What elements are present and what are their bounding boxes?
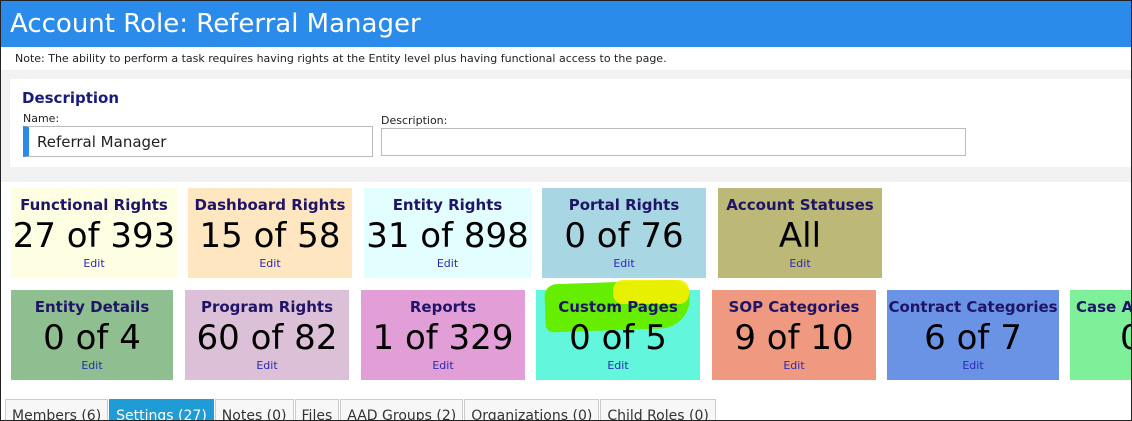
tile-title: Contract Categories	[888, 298, 1058, 316]
tile-count: 0 of 5	[569, 318, 667, 358]
tile-count: 31 of 898	[366, 216, 529, 256]
tile-title: Case A	[1076, 298, 1131, 316]
tile-count: 0 of 4	[43, 318, 141, 358]
title-bar: Account Role: Referral Manager	[1, 1, 1131, 47]
tile-case-a[interactable]: Case A 0	[1070, 290, 1131, 380]
tile-functional-rights[interactable]: Functional Rights 27 of 393 Edit	[11, 188, 177, 278]
name-input[interactable]: Referral Manager	[23, 126, 373, 157]
access-note: Note: The ability to perform a task requ…	[15, 52, 667, 65]
tile-program-rights[interactable]: Program Rights 60 of 82 Edit	[185, 290, 349, 380]
tile-title: Reports	[409, 298, 477, 316]
tab-notes[interactable]: Notes (0)	[214, 399, 294, 420]
tab-settings[interactable]: Settings (27)	[109, 399, 214, 420]
tile-edit-link[interactable]: Edit	[11, 359, 173, 372]
tile-title: Entity Rights	[392, 196, 503, 214]
tile-contract-categories[interactable]: Contract Categories 6 of 7 Edit	[887, 290, 1059, 380]
tile-custom-pages[interactable]: Custom Pages 0 of 5 Edit	[536, 279, 700, 380]
tile-title: Portal Rights	[568, 196, 680, 214]
tile-count: 6 of 7	[924, 318, 1022, 358]
tile-entity-details[interactable]: Entity Details 0 of 4 Edit	[11, 290, 173, 380]
tab-bar: Members (6) Settings (27) Notes (0) File…	[5, 399, 717, 420]
tile-edit-link[interactable]: Edit	[712, 359, 876, 372]
tab-files[interactable]: Files	[294, 399, 340, 420]
tile-count: 9 of 10	[734, 318, 854, 358]
tile-entity-rights[interactable]: Entity Rights 31 of 898 Edit	[364, 188, 531, 278]
tile-count: All	[778, 216, 822, 256]
tile-count: 0	[1120, 317, 1131, 359]
tile-title: SOP Categories	[728, 298, 860, 316]
tab-child-roles[interactable]: Child Roles (0)	[600, 399, 716, 420]
tile-edit-link[interactable]: Edit	[11, 257, 177, 270]
tile-count: 27 of 393	[12, 216, 176, 256]
tile-count: 1 of 329	[372, 318, 514, 358]
tile-reports[interactable]: Reports 1 of 329 Edit	[361, 290, 525, 380]
tile-edit-link[interactable]: Edit	[542, 257, 706, 270]
description-input[interactable]	[381, 128, 966, 156]
tile-title: Functional Rights	[20, 196, 168, 214]
tab-aad-groups[interactable]: AAD Groups (2)	[340, 399, 464, 420]
tile-edit-link[interactable]: Edit	[361, 359, 525, 372]
page-title: Account Role: Referral Manager	[10, 9, 421, 39]
window-frame: Account Role: Referral Manager Note: The…	[0, 0, 1132, 421]
name-label: Name:	[23, 112, 60, 125]
tile-title: Dashboard Rights	[194, 196, 346, 214]
tile-title: Account Statuses	[726, 196, 874, 214]
tile-edit-link[interactable]: Edit	[364, 257, 531, 270]
tile-title: Program Rights	[200, 298, 333, 316]
tile-account-statuses[interactable]: Account Statuses All Edit	[718, 188, 882, 278]
tile-sop-categories[interactable]: SOP Categories 9 of 10 Edit	[712, 290, 876, 380]
tile-count: 60 of 82	[196, 318, 338, 358]
tab-organizations[interactable]: Organizations (0)	[464, 399, 600, 420]
tile-edit-link[interactable]: Edit	[185, 359, 349, 372]
tile-dashboard-rights[interactable]: Dashboard Rights 15 of 58 Edit	[188, 188, 352, 278]
description-label: Description:	[381, 114, 448, 127]
tile-edit-link[interactable]: Edit	[718, 257, 882, 270]
tile-count: 0 of 76	[564, 216, 684, 256]
tile-edit-link[interactable]: Edit	[887, 359, 1059, 372]
tile-title: Custom Pages	[558, 298, 678, 316]
tile-edit-link[interactable]: Edit	[188, 257, 352, 270]
tile-title: Entity Details	[34, 298, 150, 316]
description-heading: Description	[22, 89, 120, 107]
tile-edit-link[interactable]: Edit	[536, 359, 700, 372]
tile-portal-rights[interactable]: Portal Rights 0 of 76 Edit	[542, 188, 706, 278]
tab-members[interactable]: Members (6)	[5, 399, 109, 420]
tile-count: 15 of 58	[199, 216, 341, 256]
